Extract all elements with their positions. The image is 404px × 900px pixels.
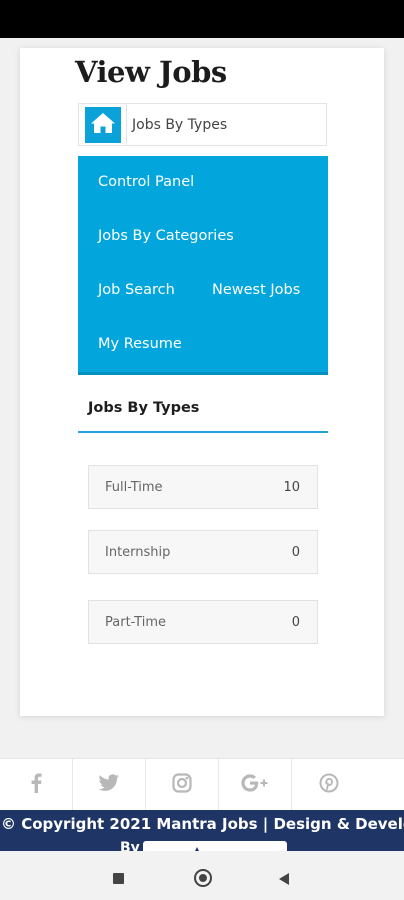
- job-type-name: Full-Time: [105, 480, 163, 495]
- google-plus-link[interactable]: [219, 759, 292, 811]
- section-underline: [78, 431, 328, 433]
- footer-continued: By: [120, 840, 140, 851]
- job-type-row-internship[interactable]: Internship 0: [88, 530, 318, 574]
- home-nav-button[interactable]: [194, 869, 212, 887]
- job-type-name: Part-Time: [105, 615, 166, 630]
- page-title: View Jobs: [75, 55, 227, 89]
- home-button[interactable]: [85, 106, 121, 143]
- google-plus-icon: [240, 773, 270, 797]
- facebook-icon: [29, 773, 43, 797]
- nav-job-search[interactable]: Job Search: [98, 282, 175, 298]
- pinterest-icon: [319, 773, 339, 797]
- back-button[interactable]: [279, 873, 289, 885]
- footer-copyright: © Copyright 2021 Mantra Jobs | Design & …: [1, 815, 404, 833]
- job-type-count: 10: [283, 480, 300, 495]
- instagram-icon: [172, 773, 192, 797]
- nav-control-panel[interactable]: Control Panel: [98, 174, 194, 190]
- twitter-link[interactable]: [73, 759, 146, 811]
- section-heading: Jobs By Types: [88, 400, 200, 416]
- job-type-row-part-time[interactable]: Part-Time 0: [88, 600, 318, 644]
- recent-apps-button[interactable]: [113, 873, 124, 884]
- developer-logo-badge: [143, 841, 287, 851]
- footer: © Copyright 2021 Mantra Jobs | Design & …: [0, 810, 404, 851]
- job-type-count: 0: [291, 545, 300, 560]
- twitter-icon: [98, 774, 120, 796]
- social-bar: [0, 758, 404, 811]
- status-bar: [0, 0, 404, 38]
- breadcrumb-separator: [126, 104, 127, 145]
- breadcrumb-current: Jobs By Types: [132, 116, 228, 133]
- nav-my-resume[interactable]: My Resume: [98, 336, 182, 352]
- instagram-link[interactable]: [146, 759, 219, 811]
- system-navigation-bar: [0, 851, 404, 900]
- job-type-count: 0: [291, 615, 300, 630]
- job-type-name: Internship: [105, 545, 171, 560]
- breadcrumb: Jobs By Types: [78, 103, 327, 146]
- nav-newest-jobs[interactable]: Newest Jobs: [212, 282, 300, 298]
- nav-menu: Control Panel Jobs By Categories Job Sea…: [78, 156, 328, 375]
- job-type-row-full-time[interactable]: Full-Time 10: [88, 465, 318, 509]
- facebook-link[interactable]: [0, 759, 73, 811]
- home-icon: [90, 111, 116, 139]
- pinterest-link[interactable]: [292, 759, 365, 811]
- nav-jobs-by-categories[interactable]: Jobs By Categories: [98, 228, 234, 244]
